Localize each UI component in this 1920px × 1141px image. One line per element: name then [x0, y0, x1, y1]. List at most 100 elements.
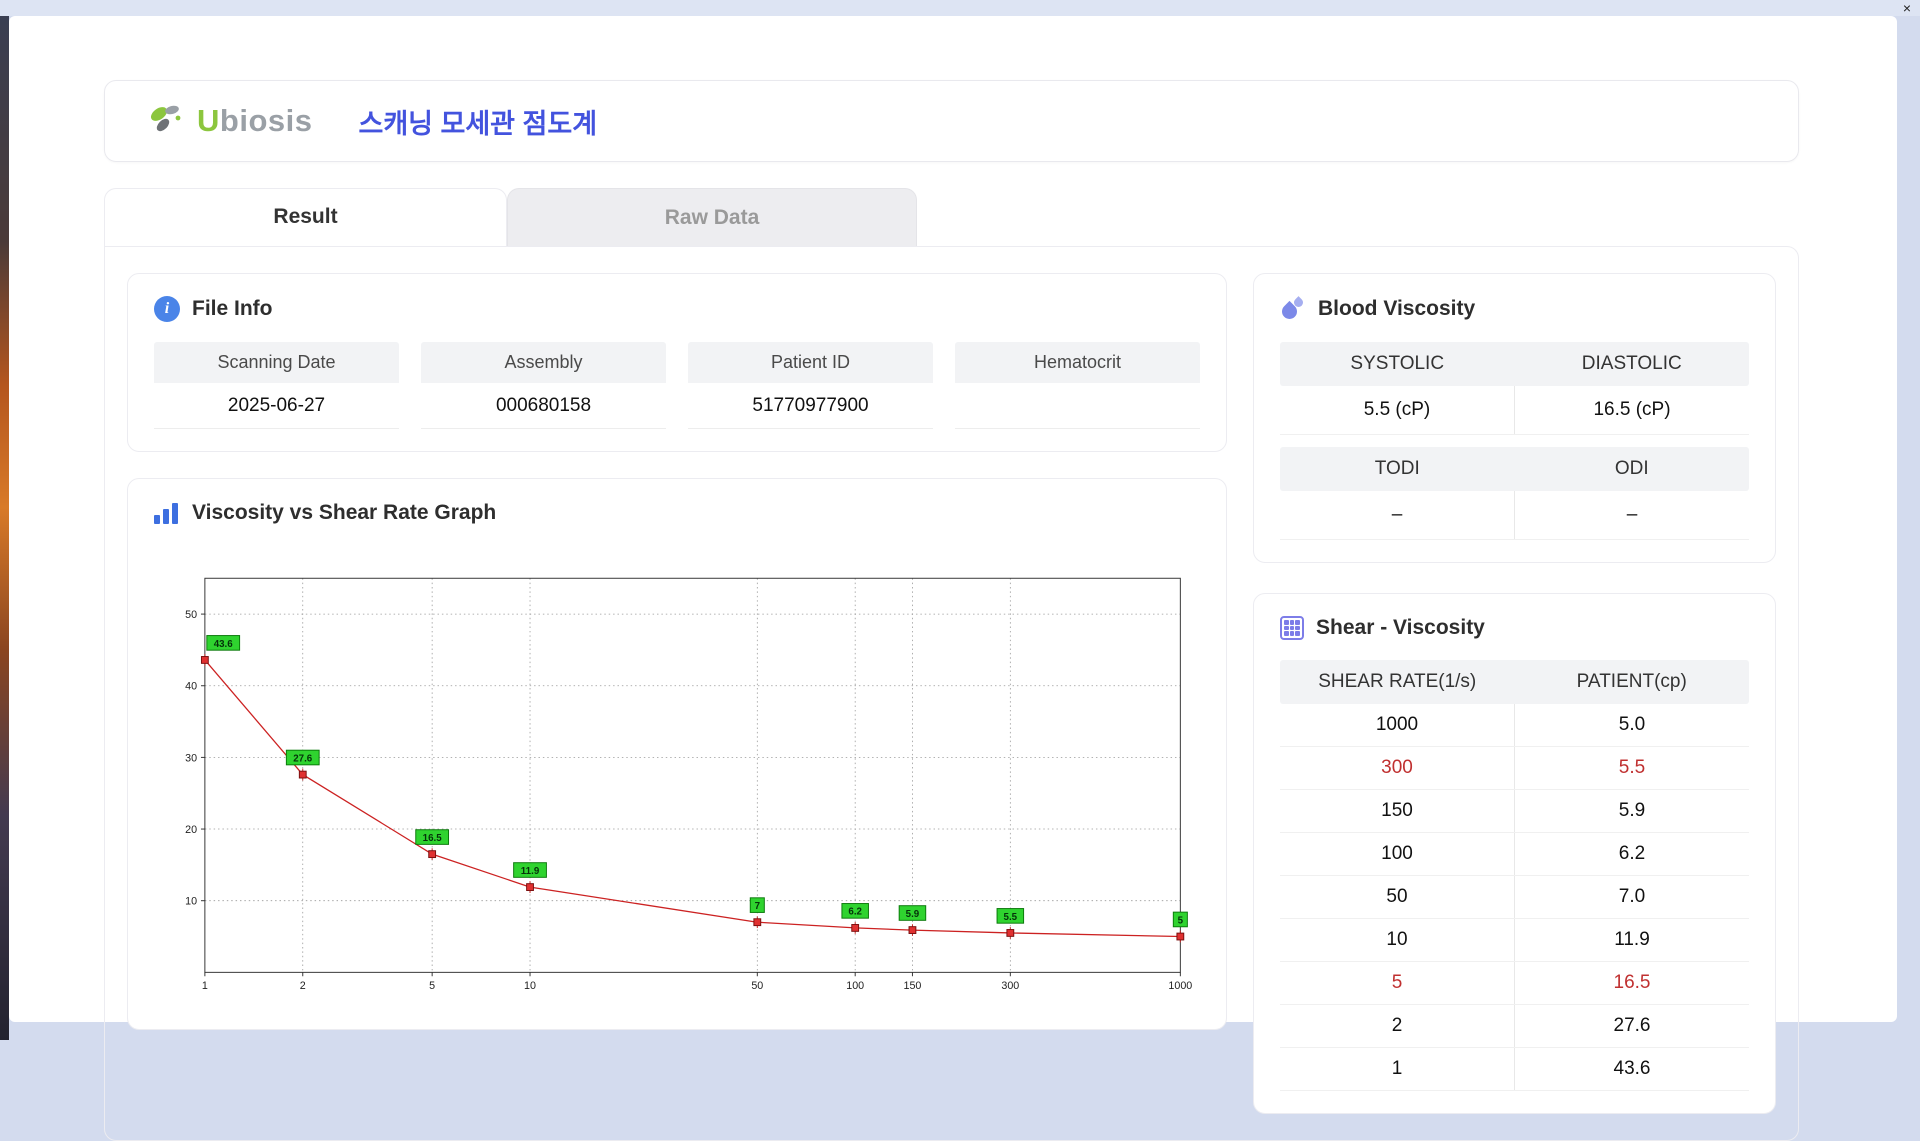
- file-info-title-row: i File Info: [154, 296, 1200, 322]
- patient-viscosity-value: 5.9: [1514, 790, 1749, 832]
- app-header: Ubiosis 스캐닝 모세관 점도계: [104, 80, 1799, 162]
- shear-viscosity-title-row: Shear - Viscosity: [1280, 616, 1749, 640]
- field-label: Scanning Date: [154, 342, 399, 383]
- blood-viscosity-table: SYSTOLIC DIASTOLIC 5.5 (cP) 16.5 (cP) TO…: [1280, 342, 1749, 540]
- svg-text:11.9: 11.9: [521, 866, 540, 877]
- shear-table-row: 1 43.6: [1280, 1048, 1749, 1091]
- patient-viscosity-value: 5.0: [1514, 704, 1749, 746]
- close-icon[interactable]: ×: [1903, 1, 1911, 15]
- shear-rate-value: 100: [1381, 843, 1413, 864]
- logo-text: Ubiosis: [197, 103, 313, 138]
- viscosity-graph-card: Viscosity vs Shear Rate Graph 1 2 5 10 50 100…: [127, 478, 1227, 1031]
- svg-text:40: 40: [185, 681, 197, 693]
- right-column: Blood Viscosity SYSTOLIC DIASTOLIC 5.5 (…: [1253, 273, 1776, 1114]
- shear-table-header: SHEAR RATE(1/s) PATIENT(cp): [1280, 660, 1749, 704]
- shear-table-row: 1000 5.0: [1280, 704, 1749, 747]
- app-window: Ubiosis 스캐닝 모세관 점도계 Result Raw Data i Fi…: [9, 16, 1897, 1141]
- field-value: 000680158: [421, 383, 666, 429]
- field-label: Hematocrit: [955, 342, 1200, 383]
- shear-viscosity-table: SHEAR RATE(1/s) PATIENT(cp) 1000 5.0 300 5.…: [1280, 660, 1749, 1091]
- shear-table-row: 2 27.6: [1280, 1005, 1749, 1048]
- shear-viscosity-title: Shear - Viscosity: [1316, 616, 1485, 639]
- graph-title-row: Viscosity vs Shear Rate Graph: [154, 501, 1200, 525]
- shear-rate-column-header: SHEAR RATE(1/s): [1318, 671, 1477, 692]
- tab-result[interactable]: Result: [104, 188, 507, 246]
- shear-rate-value: 2: [1391, 1015, 1403, 1036]
- file-info-fields: Scanning Date 2025-06-27 Assembly 000680…: [154, 342, 1200, 429]
- svg-text:30: 30: [185, 752, 197, 764]
- shear-table-body: 1000 5.0 300 5.5 150 5.9 100 6.2 50 7.0 10 11.9 5 16.…: [1280, 704, 1749, 1091]
- svg-text:5: 5: [1178, 915, 1184, 926]
- shear-rate-value: 1: [1391, 1058, 1403, 1079]
- field-label: Assembly: [421, 342, 666, 383]
- blood-viscosity-title: Blood Viscosity: [1318, 297, 1476, 320]
- svg-text:5: 5: [429, 980, 435, 992]
- bv-header-row: TODI ODI: [1280, 447, 1749, 491]
- file-info-card: i File Info Scanning Date 2025-06-27 Ass…: [127, 273, 1227, 452]
- svg-text:300: 300: [1001, 980, 1019, 992]
- shear-table-row: 300 5.5: [1280, 747, 1749, 790]
- field-value: [955, 383, 1200, 429]
- bv-header-diastolic: DIASTOLIC: [1581, 353, 1682, 374]
- patient-viscosity-value: 27.6: [1514, 1005, 1749, 1047]
- svg-text:10: 10: [524, 980, 536, 992]
- bv-value-diastolic: 16.5 (cP): [1514, 386, 1749, 434]
- svg-text:6.2: 6.2: [848, 907, 862, 918]
- svg-text:43.6: 43.6: [214, 639, 234, 650]
- tab-raw-data[interactable]: Raw Data: [507, 188, 917, 246]
- blood-viscosity-card: Blood Viscosity SYSTOLIC DIASTOLIC 5.5 (…: [1253, 273, 1776, 563]
- shear-table-row: 150 5.9: [1280, 790, 1749, 833]
- left-column: i File Info Scanning Date 2025-06-27 Ass…: [127, 273, 1227, 1114]
- bv-header-odi: ODI: [1614, 458, 1649, 479]
- svg-text:50: 50: [185, 609, 197, 621]
- tab-bar: Result Raw Data: [104, 188, 1799, 246]
- field-assembly: Assembly 000680158: [421, 342, 666, 429]
- bv-value-odi: –: [1514, 491, 1749, 539]
- shear-rate-value: 300: [1381, 757, 1413, 778]
- patient-viscosity-value: 6.2: [1514, 833, 1749, 875]
- window-titlebar: ×: [0, 0, 1920, 16]
- shear-viscosity-card: Shear - Viscosity SHEAR RATE(1/s) PATIEN…: [1253, 593, 1776, 1114]
- patient-viscosity-value: 43.6: [1514, 1048, 1749, 1090]
- patient-viscosity-value: 11.9: [1514, 919, 1749, 961]
- logo-leaves-icon: [150, 105, 181, 132]
- bv-header-systolic: SYSTOLIC: [1350, 353, 1445, 374]
- shear-table-row: 5 16.5: [1280, 962, 1749, 1005]
- svg-text:1: 1: [202, 980, 208, 992]
- patient-viscosity-value: 16.5: [1514, 962, 1749, 1004]
- bv-value-row: 5.5 (cP) 16.5 (cP): [1280, 386, 1749, 435]
- svg-text:20: 20: [185, 824, 197, 836]
- droplet-icon: [1278, 296, 1306, 323]
- svg-text:10: 10: [185, 896, 197, 908]
- bar-chart-icon: [154, 502, 180, 524]
- field-scanning-date: Scanning Date 2025-06-27: [154, 342, 399, 429]
- shear-rate-value: 50: [1386, 886, 1408, 907]
- field-value: 2025-06-27: [154, 383, 399, 429]
- patient-viscosity-value: 5.5: [1514, 747, 1749, 789]
- ubiosis-logo: Ubiosis: [147, 101, 312, 141]
- patient-viscosity-value: 7.0: [1514, 876, 1749, 918]
- shear-rate-value: 5: [1391, 972, 1403, 993]
- bv-header-todi: TODI: [1374, 458, 1420, 479]
- shear-table-row: 50 7.0: [1280, 876, 1749, 919]
- shear-table-row: 10 11.9: [1280, 919, 1749, 962]
- bv-header-row: SYSTOLIC DIASTOLIC: [1280, 342, 1749, 386]
- result-panel: i File Info Scanning Date 2025-06-27 Ass…: [104, 246, 1799, 1141]
- shear-rate-value: 10: [1386, 929, 1408, 950]
- viscosity-chart: 1 2 5 10 50 100 150 300 1000 10 20 30 40 50 43.6 27.6 16…: [154, 545, 1200, 1008]
- page-title: 스캐닝 모세관 점도계: [358, 108, 598, 139]
- shear-table-row: 100 6.2: [1280, 833, 1749, 876]
- viscosity-chart-svg: 1 2 5 10 50 100 150 300 1000 10 20 30 40 50 43.6 27.6 16…: [160, 549, 1194, 1008]
- svg-text:5.5: 5.5: [1004, 912, 1018, 923]
- svg-text:27.6: 27.6: [293, 753, 313, 764]
- svg-text:16.5: 16.5: [423, 833, 443, 844]
- svg-text:7: 7: [755, 901, 760, 912]
- svg-text:5.9: 5.9: [906, 909, 920, 920]
- bv-value-systolic: 5.5 (cP): [1363, 399, 1431, 420]
- svg-text:2: 2: [300, 980, 306, 992]
- svg-text:150: 150: [903, 980, 921, 992]
- blood-viscosity-title-row: Blood Viscosity: [1278, 296, 1749, 323]
- field-label: Patient ID: [688, 342, 933, 383]
- bv-value-row: – –: [1280, 491, 1749, 540]
- field-patient-id: Patient ID 51770977900: [688, 342, 933, 429]
